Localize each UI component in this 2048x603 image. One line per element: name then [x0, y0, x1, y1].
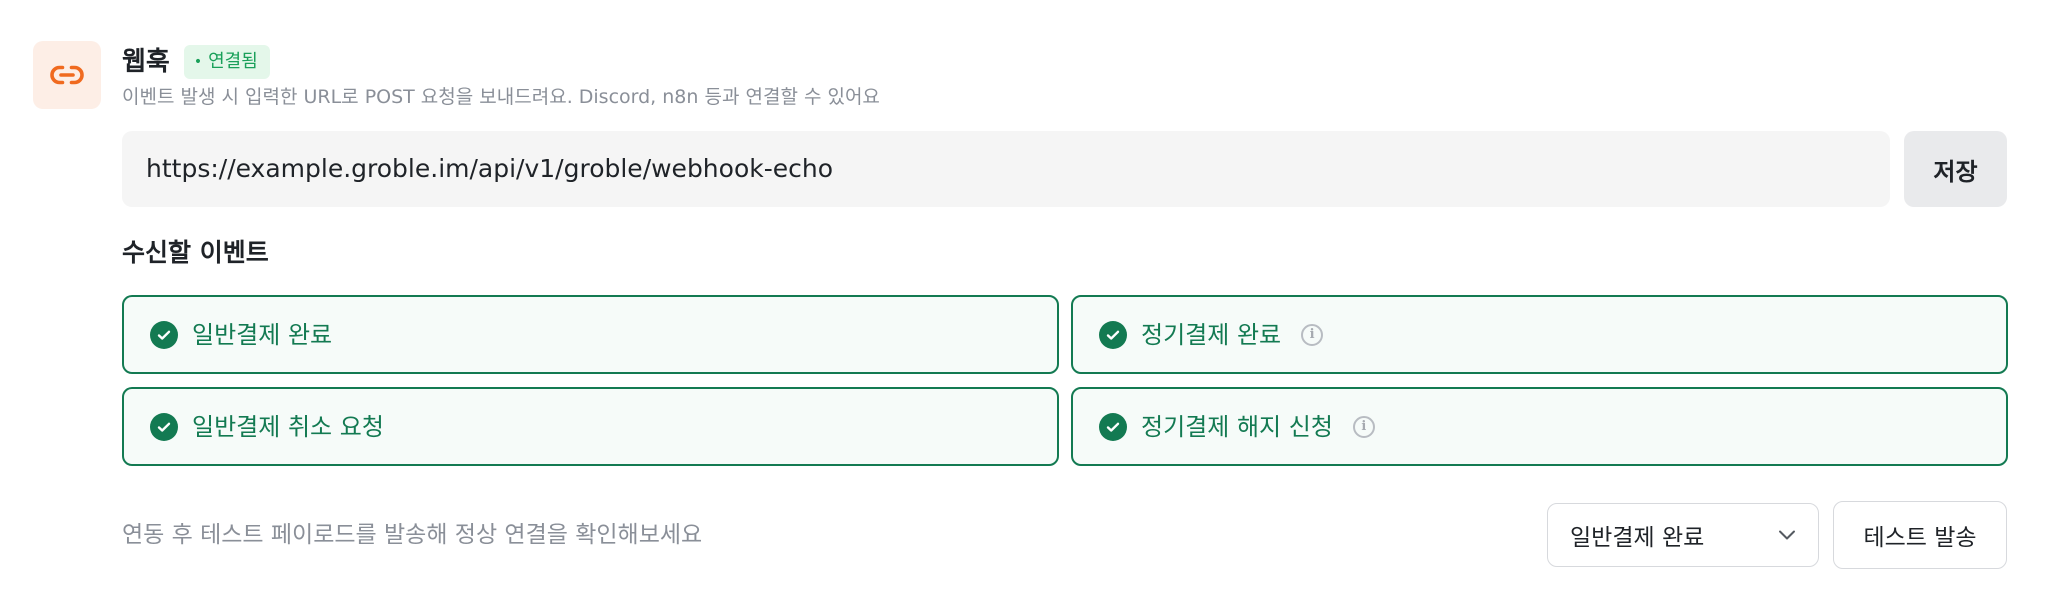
test-event-select[interactable]: 일반결제 완료: [1547, 503, 1819, 567]
save-button[interactable]: 저장: [1904, 131, 2007, 207]
event-checkbox-subscription-cancel-request[interactable]: 정기결제 해지 신청 i: [1071, 387, 2008, 466]
test-event-select-value: 일반결제 완료: [1570, 525, 1705, 551]
event-label: 일반결제 취소 요청: [192, 412, 384, 441]
info-icon[interactable]: i: [1352, 415, 1375, 438]
info-icon[interactable]: i: [1301, 323, 1324, 346]
status-badge-label: 연결됨: [208, 51, 258, 72]
check-circle-icon: [1099, 320, 1127, 349]
webhook-title: 웹훅: [122, 47, 170, 77]
event-label: 정기결제 완료: [1141, 320, 1282, 349]
event-label: 일반결제 완료: [192, 320, 333, 349]
send-test-button[interactable]: 테스트 발송: [1833, 501, 2007, 569]
event-label: 정기결제 해지 신청: [1141, 412, 1333, 441]
status-badge: • 연결됨: [183, 45, 270, 79]
webhook-header: 웹훅 • 연결됨: [122, 44, 270, 80]
check-circle-icon: [1099, 412, 1127, 441]
event-checkbox-subscription-payment-complete[interactable]: 정기결제 완료 i: [1071, 295, 2008, 374]
test-hint-text: 연동 후 테스트 페이로드를 발송해 정상 연결을 확인해보세요: [122, 522, 703, 548]
events-section-title: 수신할 이벤트: [122, 238, 269, 267]
event-checkbox-general-payment-complete[interactable]: 일반결제 완료: [122, 295, 1059, 374]
check-circle-icon: [150, 412, 178, 441]
status-dot-icon: •: [193, 54, 203, 70]
chevron-down-icon: [1778, 526, 1796, 545]
webhook-link-icon: [33, 41, 101, 109]
webhook-url-input[interactable]: https://example.groble.im/api/v1/groble/…: [122, 131, 1890, 207]
webhook-description: 이벤트 발생 시 입력한 URL로 POST 요청을 보내드려요. Discor…: [122, 86, 880, 108]
event-checkbox-general-payment-cancel-request[interactable]: 일반결제 취소 요청: [122, 387, 1059, 466]
check-circle-icon: [150, 320, 178, 349]
